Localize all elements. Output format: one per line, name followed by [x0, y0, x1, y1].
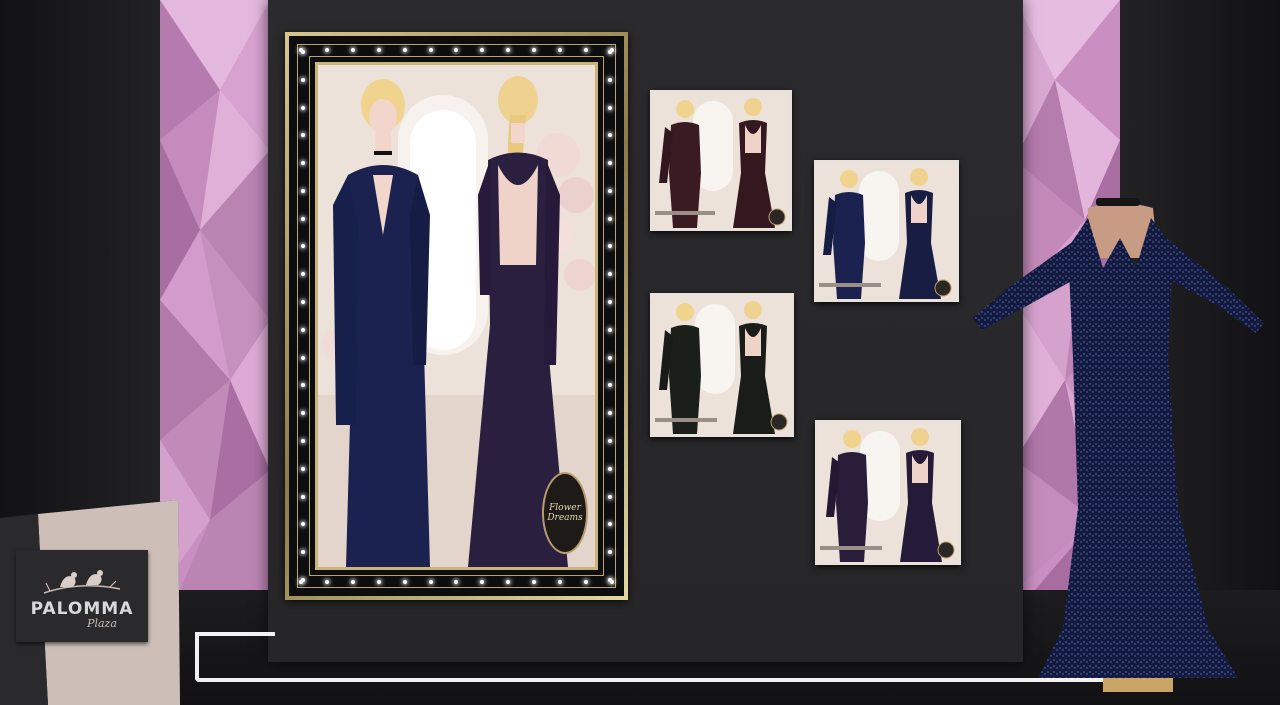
poster-navy-gown[interactable]: [814, 160, 959, 302]
poster-purple-gown[interactable]: [815, 420, 961, 565]
frame-lights-right: [606, 50, 614, 582]
palomma-logo-sign: PALOMMA Plaza: [0, 500, 180, 705]
mannequin-gown[interactable]: [968, 178, 1273, 698]
poster-black-gown[interactable]: [650, 293, 794, 437]
birds-on-branch-icon: [43, 569, 121, 594]
store-scene: Flower Dreams PALOMMA Plaza: [0, 0, 1280, 705]
poster-wine-gown[interactable]: [650, 90, 792, 231]
frame-lights-left: [299, 50, 307, 582]
frame-lights-top: [299, 46, 614, 54]
logo-card: PALOMMA Plaza: [16, 550, 148, 642]
logo-script: Plaza: [87, 616, 117, 630]
brand-plaque: Flower Dreams: [542, 472, 588, 554]
logo-name: PALOMMA: [30, 598, 134, 619]
frame-lights-bottom: [299, 578, 614, 586]
brand-plaque-title: Flower Dreams: [547, 503, 583, 523]
